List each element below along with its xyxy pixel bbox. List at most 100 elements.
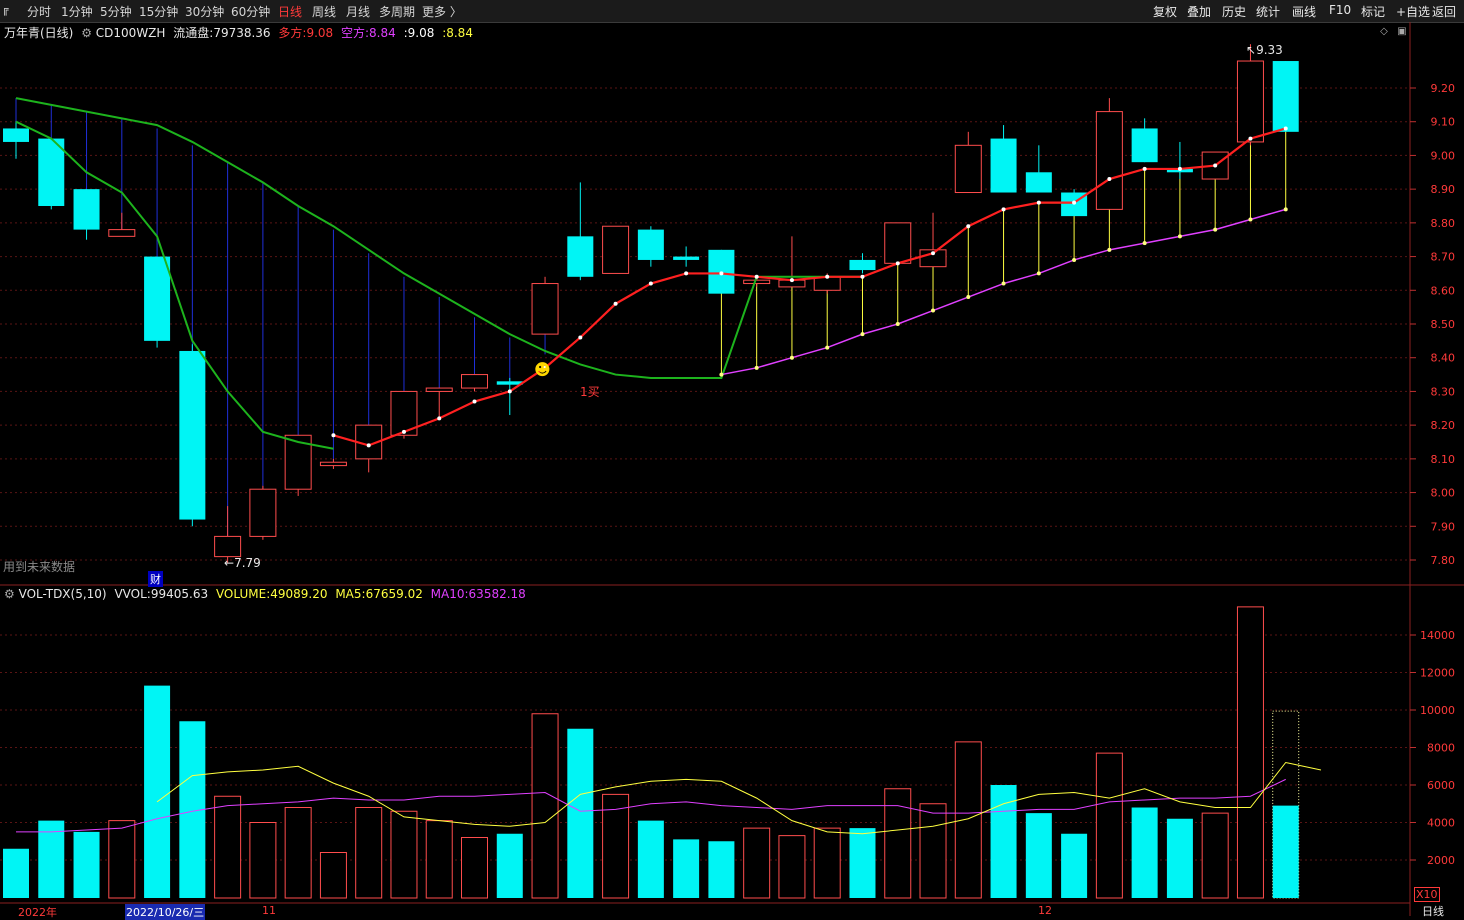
candle-body-down xyxy=(179,350,206,520)
float-label: 流通盘: xyxy=(173,26,214,40)
price-tick-label: 7.90 xyxy=(1431,520,1456,533)
low-annotation: ←7.79 xyxy=(224,556,261,570)
long-line-point xyxy=(754,274,759,279)
volume-ma-lines xyxy=(16,761,1322,835)
long-line-point xyxy=(648,281,653,286)
volume-bar-down xyxy=(637,820,664,898)
price-tick-label: 9.00 xyxy=(1431,149,1456,162)
candle-body-down xyxy=(1131,128,1158,163)
chart-header: 万年青(日线) ⚙ CD100WZH 流通盘:79738.36 多方:9.08 … xyxy=(4,24,473,41)
long-line xyxy=(333,127,1287,447)
long-line-point xyxy=(931,251,936,256)
volume-bar-up xyxy=(355,807,383,899)
volume-bar-up xyxy=(284,807,312,899)
volume-bar-up xyxy=(743,827,771,899)
volume-bar-down xyxy=(73,831,100,898)
candle-body-up xyxy=(884,222,912,264)
volume-indicator-name[interactable]: VOL-TDX(5,10) xyxy=(19,587,107,601)
short-label: 空方: xyxy=(341,26,370,40)
volume-bar-up xyxy=(108,820,136,899)
candle-body-up xyxy=(531,283,559,335)
short-line-point xyxy=(860,332,865,337)
ma10-value: 63582.18 xyxy=(468,587,526,601)
high-label: 9.33 xyxy=(1256,43,1283,57)
x-scale-label: X10 xyxy=(1414,887,1440,902)
price-stems xyxy=(15,98,1287,537)
volume-bar-up xyxy=(390,810,418,899)
long-line-point xyxy=(507,389,512,394)
year-label: 2022年 xyxy=(18,906,57,919)
price-tick-label: 8.20 xyxy=(1431,419,1456,432)
ma5-label: MA5: xyxy=(335,587,366,601)
long-line-point xyxy=(966,224,971,229)
candle-body-up xyxy=(813,276,841,291)
candle-body-up xyxy=(602,225,630,274)
ma5-value: 67659.02 xyxy=(365,587,423,601)
long-line-point xyxy=(1107,177,1112,182)
price-tick-label: 8.70 xyxy=(1431,251,1456,264)
short-line-point xyxy=(754,365,759,370)
candle-body-up xyxy=(743,279,771,285)
short-line-point xyxy=(1072,257,1077,262)
candle-body-down xyxy=(1025,172,1052,193)
settings-icon[interactable]: ⚙ xyxy=(81,26,92,40)
gear-icon[interactable]: ⚙ xyxy=(4,587,15,601)
volume-bar-up xyxy=(778,835,806,899)
long-line-point xyxy=(1177,166,1182,171)
candle-body-down xyxy=(3,128,29,142)
long-line-point xyxy=(331,433,336,438)
long-line-point xyxy=(825,274,830,279)
cursor-date: 2022/10/26/三 xyxy=(125,904,206,920)
high-annotation: ↖9.33 xyxy=(1246,43,1283,57)
volume-bar-down xyxy=(1061,833,1088,898)
candle-body-down xyxy=(990,138,1017,193)
price-tick-label: 9.20 xyxy=(1431,82,1456,95)
buy-signal: 1买 xyxy=(580,385,600,399)
price-tick-label: 8.30 xyxy=(1431,385,1456,398)
long-line-point xyxy=(472,399,477,404)
candle-body-down xyxy=(38,138,65,206)
candle-body-down xyxy=(673,256,700,260)
stock-name[interactable]: 万年青(日线) xyxy=(4,26,73,40)
long-line-point xyxy=(860,274,865,279)
long-line-point xyxy=(895,261,900,266)
float-value: 79738.36 xyxy=(213,26,271,40)
volume-tick-label: 10000 xyxy=(1420,704,1455,717)
long-line-point xyxy=(1283,126,1288,131)
month-12-label: 12 xyxy=(1038,904,1052,917)
long-line-point xyxy=(613,301,618,306)
long-line-point xyxy=(401,429,406,434)
volume-tick-label: 12000 xyxy=(1420,667,1455,680)
price-tick-label: 8.80 xyxy=(1431,217,1456,230)
volume-header: ⚙ VOL-TDX(5,10) VVOL:99405.63 VOLUME:490… xyxy=(4,587,526,601)
stock-chart[interactable]: 7.80 7.90 8.00 8.10 8.20 8.30 8.40 8.50 8.60 8.70… xyxy=(0,0,1464,916)
short-line-point xyxy=(1213,227,1218,232)
volume-value: 49089.20 xyxy=(270,587,328,601)
long-line-point xyxy=(1213,163,1218,168)
long-line-point xyxy=(437,416,442,421)
volume-tick-label: 14000 xyxy=(1420,629,1455,642)
long-line-point xyxy=(684,271,689,276)
price-tick-label: 8.50 xyxy=(1431,318,1456,331)
volume-tick-label: 8000 xyxy=(1427,742,1455,755)
candle-body-down xyxy=(73,189,100,230)
volume-bar-down xyxy=(849,828,876,898)
price-tick-label: 8.00 xyxy=(1431,487,1456,500)
volume-bar-up xyxy=(1201,812,1229,899)
candle-body-up xyxy=(954,144,982,194)
indicator-name[interactable]: CD100WZH xyxy=(96,26,166,40)
diamond-icon[interactable]: ◇ xyxy=(1378,26,1390,38)
volume-bar-up xyxy=(249,822,277,899)
candle-body-up xyxy=(214,535,242,558)
volume-tick-label: 2000 xyxy=(1427,854,1455,867)
volume-bar-up xyxy=(954,741,982,899)
short-line-point xyxy=(719,372,724,377)
volume-bar-down xyxy=(990,785,1017,898)
short-line-point xyxy=(1036,271,1041,276)
finance-marker[interactable]: 财 xyxy=(148,571,163,587)
short-line-point xyxy=(1107,247,1112,252)
volume-bar-down xyxy=(567,728,594,898)
candle-body-up xyxy=(1236,60,1264,143)
extra-value-1: :9.08 xyxy=(403,26,435,40)
window-icon[interactable]: ▣ xyxy=(1396,26,1408,38)
